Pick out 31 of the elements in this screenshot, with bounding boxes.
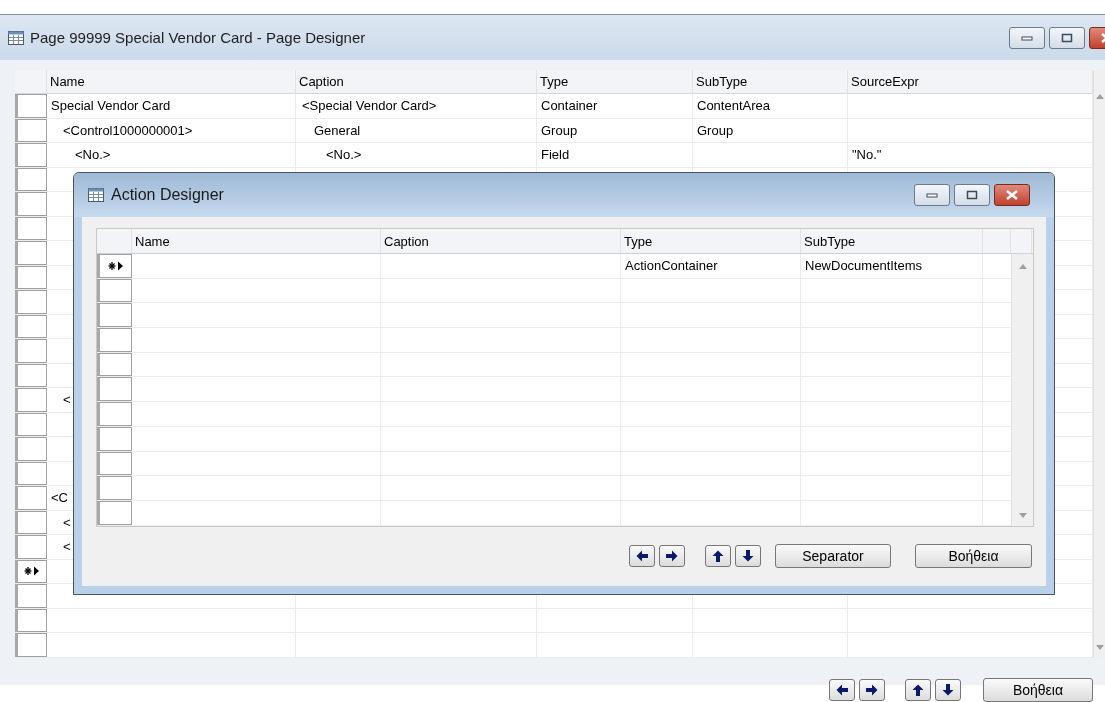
- table-cell: ActionContainer: [625, 258, 718, 274]
- table-cell: <Control1000000001>: [63, 122, 193, 138]
- column-header[interactable]: Name: [132, 229, 381, 253]
- help-button[interactable]: Βοήθεια: [915, 543, 1032, 568]
- table-cell: "No.": [852, 147, 882, 163]
- table-cell: <No.>: [75, 147, 111, 163]
- table-cell: Special Vendor Card: [51, 98, 171, 114]
- column-header[interactable]: Type: [621, 229, 801, 253]
- table-cell: <: [63, 514, 71, 530]
- dialog-title: Action Designer: [111, 186, 224, 204]
- table-cell: <Special Vendor Card>: [302, 98, 437, 114]
- table-cell: <No.>: [326, 147, 362, 163]
- column-header[interactable]: Type: [537, 70, 693, 93]
- column-header[interactable]: SubType: [801, 229, 983, 253]
- column-header[interactable]: Caption: [381, 229, 621, 253]
- table-cell: Group: [697, 122, 734, 138]
- table-cell: Container: [541, 98, 598, 114]
- table-cell: General: [314, 122, 361, 138]
- table-cell: ContentArea: [697, 98, 770, 114]
- window-title: Page 99999 Special Vendor Card - Page Designer: [30, 29, 366, 46]
- help-button[interactable]: Βοήθεια: [983, 677, 1093, 702]
- table-cell: NewDocumentItems: [805, 258, 923, 274]
- table-cell: <C: [51, 490, 68, 506]
- column-header[interactable]: Caption: [296, 70, 537, 93]
- table-cell: <: [63, 392, 71, 408]
- column-header[interactable]: SubType: [693, 70, 848, 93]
- table-cell: <: [63, 539, 71, 555]
- column-header[interactable]: Name: [47, 70, 296, 93]
- table-cell: Group: [541, 122, 578, 138]
- separator-button[interactable]: Separator: [775, 543, 891, 568]
- table-cell: Field: [541, 147, 570, 163]
